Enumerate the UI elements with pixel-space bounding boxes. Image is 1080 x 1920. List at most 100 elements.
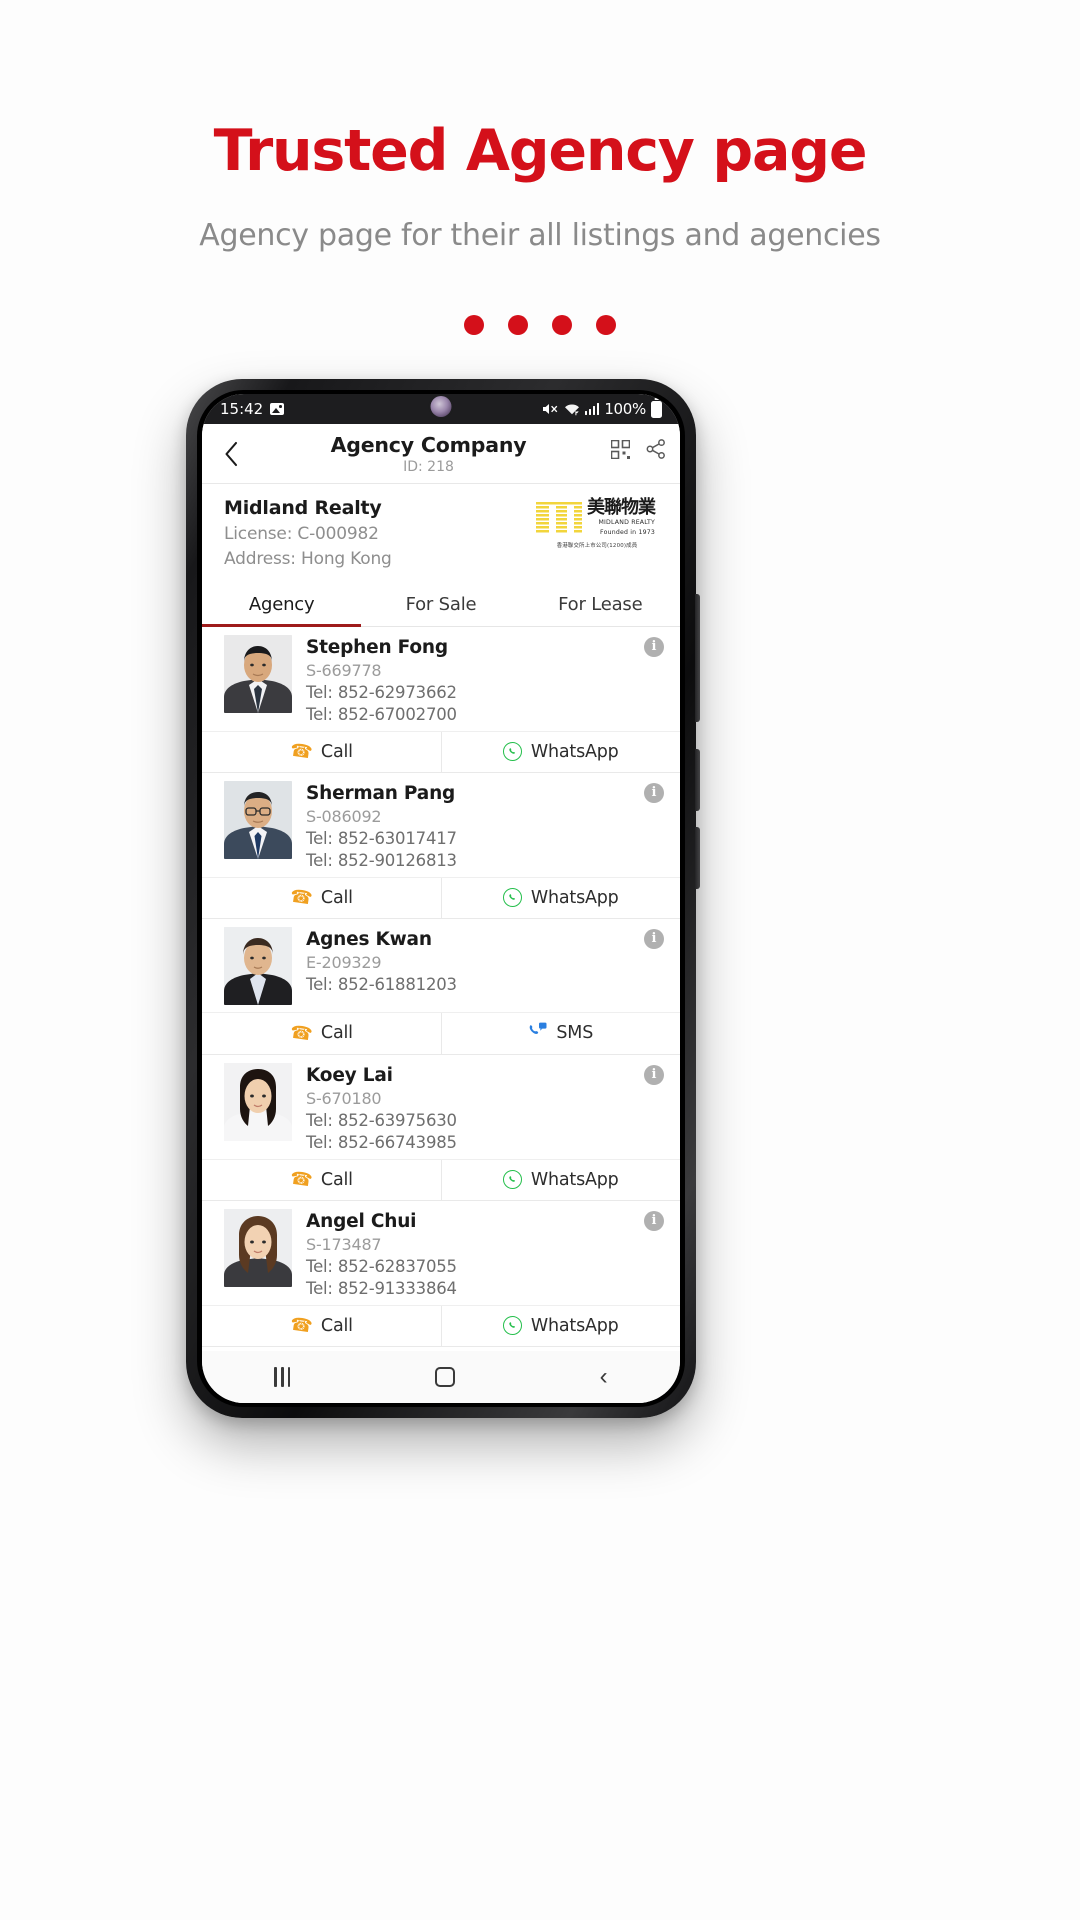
agent-card[interactable]: i [202, 627, 680, 773]
info-icon[interactable]: i [644, 637, 664, 657]
agent-tel: Tel: 852-67002700 [306, 705, 457, 724]
call-label: Call [320, 741, 353, 762]
status-left: 15:42 [220, 400, 285, 418]
midland-m-icon [536, 502, 582, 535]
agent-list[interactable]: i Stephen Fong S-669778 Tel: 852-6297366… [202, 627, 680, 1351]
carousel-dot[interactable] [552, 314, 572, 335]
promo-header: Trusted Agency page Agency page for thei… [0, 0, 1080, 335]
agent-actions: ☎ Call WhatsApp [202, 877, 680, 918]
front-camera-notch [430, 396, 452, 417]
page-title: Agency Company [330, 433, 527, 457]
agent-tel: Tel: 852-90126813 [306, 851, 457, 870]
info-icon[interactable]: i [644, 1065, 664, 1085]
avatar [224, 1209, 292, 1287]
tab-bar: Agency For Sale For Lease [202, 581, 680, 627]
call-label: Call [320, 887, 353, 908]
info-icon[interactable]: i [644, 1211, 664, 1231]
agent-license: S-669778 [306, 661, 382, 680]
phone-icon: ☎ [288, 1313, 314, 1338]
whatsapp-button[interactable]: WhatsApp [440, 1306, 681, 1346]
phone-icon: ☎ [288, 885, 314, 910]
avatar [224, 781, 292, 859]
tab-for-lease[interactable]: For Lease [521, 581, 680, 626]
info-icon[interactable]: i [644, 929, 664, 949]
recents-icon[interactable] [274, 1367, 291, 1387]
agent-tel: Tel: 852-63975630 [306, 1111, 457, 1130]
signal-bars-icon [584, 403, 600, 415]
status-right: 100% [542, 400, 662, 418]
phone-bezel: 15:42 100% Agency Company ID: 218 Midlan… [197, 390, 685, 1407]
share-icon[interactable] [646, 439, 666, 464]
agency-text-block: Midland Realty License: C-000982 Address… [224, 497, 392, 569]
agent-name: Stephen Fong [306, 637, 448, 658]
agent-info: Koey Lai S-670180 Tel: 852-63975630 Tel:… [292, 1063, 666, 1152]
agent-actions: ☎ Call WhatsApp [202, 1305, 680, 1346]
app-bar-actions [610, 433, 666, 464]
tab-agency[interactable]: Agency [202, 581, 362, 627]
carousel-dot[interactable] [464, 314, 484, 335]
agent-name: Agnes Kwan [306, 929, 432, 950]
avatar [224, 1063, 292, 1141]
agent-tel: Tel: 852-63017417 [306, 829, 457, 848]
logo-text-block: 美聯物業 MIDLAND REALTY Founded in 1973 [587, 499, 656, 538]
agent-tel: Tel: 852-61881203 [306, 975, 457, 994]
agent-license: S-086092 [306, 807, 382, 826]
status-time: 15:42 [220, 400, 264, 418]
info-icon[interactable]: i [644, 783, 664, 803]
home-icon[interactable] [434, 1367, 455, 1387]
whatsapp-label: WhatsApp [530, 741, 619, 762]
promo-page: Trusted Agency page Agency page for thei… [0, 0, 1080, 1920]
mute-icon [542, 402, 559, 416]
phone-icon: ☎ [288, 1167, 314, 1192]
whatsapp-icon [502, 742, 522, 761]
app-bar: Agency Company ID: 218 [202, 424, 680, 484]
carousel-dot[interactable] [596, 314, 616, 335]
agent-card[interactable]: i [202, 773, 680, 919]
tab-for-sale[interactable]: For Sale [361, 581, 520, 626]
call-label: Call [320, 1169, 353, 1190]
carousel-dot[interactable] [508, 314, 528, 335]
whatsapp-button[interactable]: WhatsApp [440, 878, 681, 918]
logo-footer: 香港聯交所上市公司(1200)成員 [556, 542, 638, 549]
agent-license: S-670180 [306, 1089, 382, 1108]
image-icon [270, 403, 285, 415]
agent-card[interactable]: i [202, 1055, 680, 1201]
logo-english-name: MIDLAND REALTY [598, 519, 655, 526]
volume-button[interactable] [695, 594, 700, 722]
phone-mockup: 15:42 100% Agency Company ID: 218 Midlan… [186, 379, 700, 1418]
call-button[interactable]: ☎ Call [202, 878, 441, 918]
agency-info: Midland Realty License: C-000982 Address… [202, 484, 680, 581]
qr-code-icon[interactable] [610, 439, 631, 464]
power-button[interactable] [695, 749, 700, 811]
agent-license: S-173487 [306, 1235, 382, 1254]
call-button[interactable]: ☎ Call [202, 1013, 441, 1054]
back-icon[interactable]: ‹ [600, 1365, 608, 1389]
battery-percent: 100% [604, 400, 646, 418]
whatsapp-label: WhatsApp [530, 1169, 619, 1190]
call-label: Call [320, 1023, 353, 1043]
agency-license: License: C-000982 [224, 524, 379, 544]
whatsapp-label: WhatsApp [530, 887, 619, 908]
app-bar-center: Agency Company ID: 218 [246, 433, 611, 475]
avatar [224, 927, 292, 1005]
whatsapp-button[interactable]: WhatsApp [440, 1160, 681, 1200]
wifi-icon [564, 402, 580, 416]
sms-label: SMS [556, 1023, 594, 1043]
agent-license: E-209329 [306, 953, 382, 972]
agent-name: Angel Chui [306, 1211, 417, 1232]
agent-card[interactable]: i [202, 919, 680, 1055]
whatsapp-button[interactable]: WhatsApp [440, 732, 681, 772]
call-button[interactable]: ☎ Call [202, 1160, 441, 1200]
phone-icon: ☎ [288, 1021, 314, 1045]
carousel-dots[interactable] [0, 314, 1080, 335]
call-button[interactable]: ☎ Call [202, 732, 441, 772]
sms-button[interactable]: SMS [440, 1013, 681, 1054]
back-chevron-icon[interactable] [216, 433, 246, 468]
agent-card[interactable]: i [202, 1201, 680, 1347]
bixby-button[interactable] [695, 827, 700, 889]
call-button[interactable]: ☎ Call [202, 1306, 441, 1346]
whatsapp-icon [502, 888, 522, 907]
page-subtitle: ID: 218 [403, 459, 454, 475]
call-label: Call [320, 1315, 353, 1336]
agent-name: Sherman Pang [306, 783, 456, 804]
